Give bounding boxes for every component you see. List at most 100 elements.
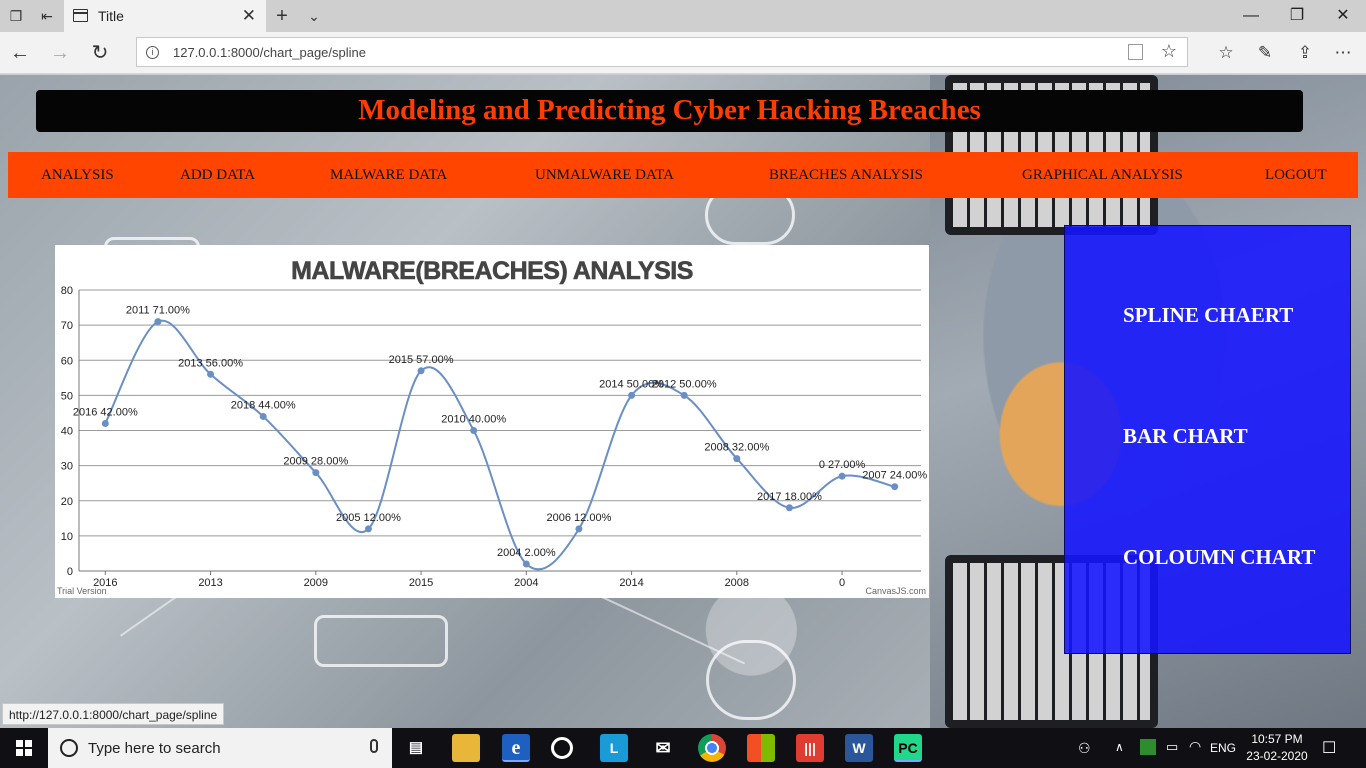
l-app-icon[interactable]: L bbox=[600, 734, 628, 762]
menu-add-data[interactable]: ADD DATA bbox=[180, 167, 255, 184]
address-input[interactable]: i 127.0.0.1:8000/chart_page/spline ☆ bbox=[136, 37, 1188, 67]
menu-unmalware-data[interactable]: UNMALWARE DATA bbox=[535, 167, 674, 184]
spline-chart: 0 10 20 30 40 50 60 70 80 2016 2013 2009 2015 2004 201… bbox=[55, 245, 929, 598]
data-point[interactable] bbox=[891, 483, 899, 491]
data-point[interactable] bbox=[364, 525, 372, 533]
set-tabs-aside-icon[interactable]: ⇤ bbox=[37, 6, 57, 26]
data-label: 2009 28.00% bbox=[283, 456, 348, 468]
chart-type-panel: SPLINE CHAERT BAR CHART COLOUMN CHART bbox=[1064, 225, 1351, 654]
clock-time[interactable]: 10:57 PM bbox=[1247, 732, 1307, 746]
canvasjs-credit[interactable]: CanvasJS.com bbox=[865, 586, 926, 596]
x-tick-label: 2015 bbox=[409, 577, 433, 589]
windows-taskbar: Type here to search ▤ e L ✉ ||| W PC ⚇ ∧… bbox=[0, 728, 1366, 768]
x-tick-label: 2009 bbox=[304, 577, 328, 589]
file-explorer-icon[interactable] bbox=[452, 734, 480, 762]
new-tab-icon[interactable]: + bbox=[272, 6, 292, 26]
pen-icon[interactable]: ✎ bbox=[1253, 41, 1277, 65]
favorites-list-icon[interactable]: ☆ bbox=[1214, 41, 1238, 65]
info-icon[interactable]: i bbox=[146, 46, 159, 59]
menu-graphical-analysis[interactable]: GRAPHICAL ANALYSIS bbox=[1022, 167, 1183, 184]
y-tick-label: 60 bbox=[61, 355, 73, 367]
page-viewport: Modeling and Predicting Cyber Hacking Br… bbox=[0, 75, 1366, 728]
taskbar-search[interactable]: Type here to search bbox=[48, 728, 392, 768]
browser-tab-bar: ❐ ⇤ Title ✕ + ⌄ — ❐ ✕ bbox=[0, 0, 1366, 32]
battery-icon[interactable]: ▭ bbox=[1166, 739, 1178, 755]
data-point[interactable] bbox=[680, 391, 688, 399]
column-chart-link[interactable]: COLOUMN CHART bbox=[1123, 545, 1315, 570]
chart-canvas: 010203040506070802016 2013 2009 2015 2004 201… bbox=[57, 257, 927, 596]
reading-view-icon[interactable] bbox=[1128, 44, 1143, 60]
data-point[interactable] bbox=[207, 370, 215, 378]
restore-icon[interactable]: ❐ bbox=[1274, 4, 1320, 28]
x-tick-label: 0 bbox=[839, 577, 845, 589]
media-app-icon[interactable] bbox=[551, 737, 573, 759]
data-point[interactable] bbox=[259, 412, 267, 420]
data-point[interactable] bbox=[838, 472, 846, 480]
close-tab-icon[interactable]: ✕ bbox=[242, 6, 256, 26]
data-label: 2012 50.00% bbox=[652, 378, 717, 390]
data-point[interactable] bbox=[628, 391, 636, 399]
background-network-line-2 bbox=[599, 595, 746, 665]
store-icon[interactable] bbox=[747, 734, 775, 762]
tray-app-icon[interactable] bbox=[1140, 739, 1156, 755]
data-point[interactable] bbox=[522, 560, 530, 568]
menu-malware-data[interactable]: MALWARE DATA bbox=[330, 167, 447, 184]
page-icon bbox=[73, 9, 88, 22]
mail-icon[interactable]: ✉ bbox=[649, 734, 677, 762]
data-point[interactable] bbox=[575, 525, 583, 533]
notifications-icon[interactable]: ☐ bbox=[1322, 738, 1336, 758]
data-point[interactable] bbox=[470, 427, 478, 434]
clock-date[interactable]: 23-02-2020 bbox=[1243, 749, 1311, 763]
x-tick-label: 2014 bbox=[619, 577, 643, 589]
language-indicator[interactable]: ENG bbox=[1210, 741, 1236, 755]
more-icon[interactable]: ⋯ bbox=[1331, 41, 1355, 65]
bar-chart-link[interactable]: BAR CHART bbox=[1123, 424, 1248, 449]
menu-logout[interactable]: LOGOUT bbox=[1265, 167, 1327, 184]
close-window-icon[interactable]: ✕ bbox=[1320, 4, 1366, 28]
data-label: 2013 56.00% bbox=[178, 357, 243, 369]
start-button[interactable] bbox=[0, 728, 48, 768]
tab-actions-icon[interactable]: ❐ bbox=[6, 6, 26, 26]
menu-analysis[interactable]: ANALYSIS bbox=[41, 167, 114, 184]
data-label: 2006 12.00% bbox=[547, 512, 612, 524]
tab-title: Title bbox=[98, 8, 124, 24]
menu-breaches-analysis[interactable]: BREACHES ANALYSIS bbox=[769, 167, 923, 184]
tray-chevron-icon[interactable]: ∧ bbox=[1115, 740, 1124, 754]
url-text[interactable]: 127.0.0.1:8000/chart_page/spline bbox=[173, 45, 366, 60]
address-toolbar: ← → ↻ i 127.0.0.1:8000/chart_page/spline… bbox=[0, 32, 1366, 74]
data-label: 2008 32.00% bbox=[704, 442, 769, 454]
x-tick-label: 2013 bbox=[198, 577, 222, 589]
data-point[interactable] bbox=[312, 469, 320, 477]
refresh-icon[interactable]: ↻ bbox=[88, 41, 112, 65]
chrome-icon[interactable] bbox=[698, 734, 726, 762]
data-point[interactable] bbox=[417, 367, 425, 375]
favorite-star-icon[interactable]: ☆ bbox=[1161, 41, 1177, 62]
people-icon[interactable]: ⚇ bbox=[1078, 740, 1091, 757]
data-point[interactable] bbox=[154, 318, 162, 326]
browser-tab[interactable]: Title ✕ bbox=[64, 0, 266, 32]
y-tick-label: 30 bbox=[61, 461, 73, 473]
minimize-icon[interactable]: — bbox=[1228, 4, 1274, 28]
pycharm-icon[interactable]: PC bbox=[894, 734, 922, 762]
red-app-icon[interactable]: ||| bbox=[796, 734, 824, 762]
y-tick-label: 10 bbox=[61, 531, 73, 543]
data-label: 2005 12.00% bbox=[336, 512, 401, 524]
y-tick-label: 80 bbox=[61, 285, 73, 297]
wifi-icon[interactable]: ◠ bbox=[1189, 738, 1201, 755]
share-icon[interactable]: ⇪ bbox=[1293, 41, 1317, 65]
forward-icon[interactable]: → bbox=[48, 41, 72, 65]
edge-browser-icon[interactable]: e bbox=[502, 734, 530, 762]
microphone-icon[interactable] bbox=[370, 739, 378, 753]
tab-list-chevron-icon[interactable]: ⌄ bbox=[304, 6, 324, 26]
back-icon[interactable]: ← bbox=[8, 41, 32, 65]
data-label: 2016 42.00% bbox=[73, 406, 138, 418]
data-point[interactable] bbox=[101, 419, 109, 427]
y-tick-label: 20 bbox=[61, 496, 73, 508]
data-label: 2017 18.00% bbox=[757, 491, 822, 503]
data-point[interactable] bbox=[785, 504, 793, 512]
task-view-icon[interactable]: ▤ bbox=[402, 734, 430, 762]
word-icon[interactable]: W bbox=[845, 734, 873, 762]
spline-chart-link[interactable]: SPLINE CHAERT bbox=[1123, 303, 1293, 328]
taskbar-search-placeholder: Type here to search bbox=[88, 740, 221, 757]
data-point[interactable] bbox=[733, 455, 741, 463]
